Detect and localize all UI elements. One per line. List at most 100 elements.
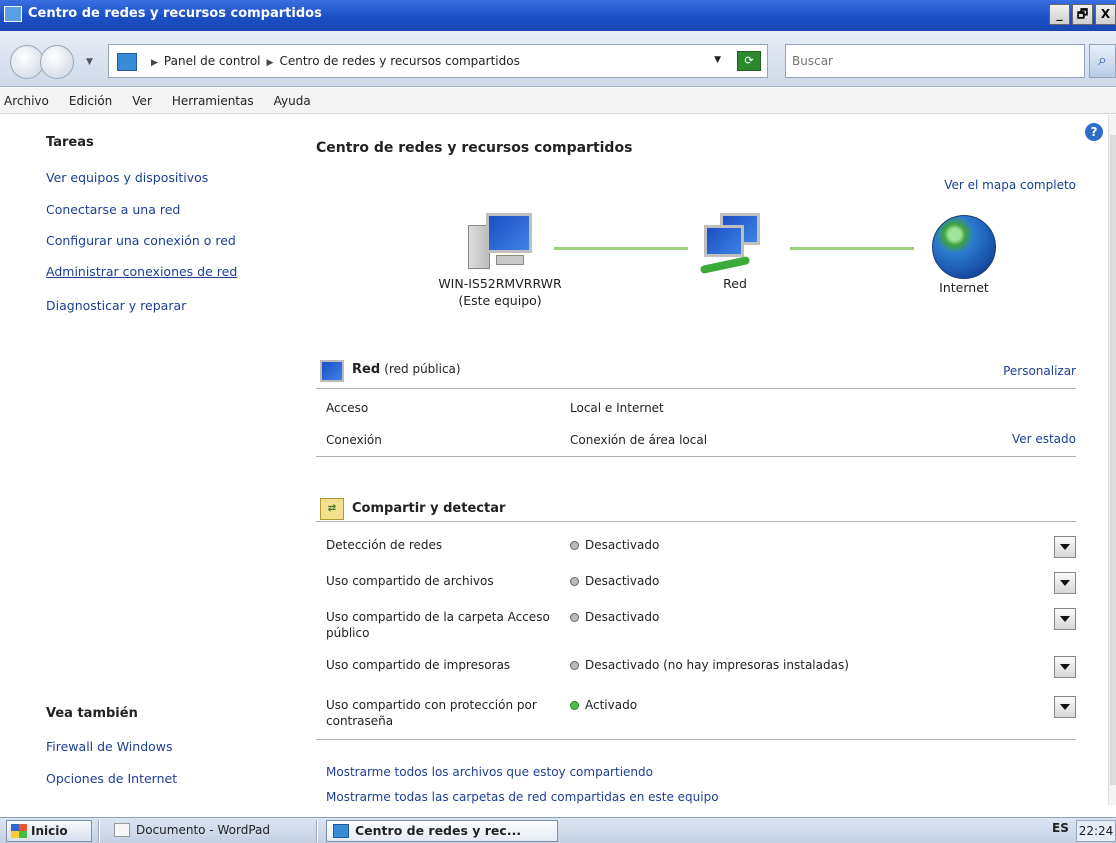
row-value: Conexión de área local xyxy=(570,433,708,447)
tasks-heading: Tareas xyxy=(46,135,94,150)
chevron-down-icon[interactable]: ▼ xyxy=(86,57,93,67)
task-link-view-devices[interactable]: Ver equipos y dispositivos xyxy=(46,170,208,185)
map-node-computer[interactable]: WIN-IS52RMVRRWR (Este equipo) xyxy=(415,213,585,309)
search-box[interactable] xyxy=(785,44,1085,78)
windows-logo-icon xyxy=(11,824,27,838)
sharing-row-public-folder: Uso compartido de la carpeta Acceso públ… xyxy=(326,608,1076,643)
network-row-access: Acceso Local e Internet xyxy=(326,400,1076,418)
row-key: Conexión xyxy=(326,433,382,447)
globe-icon xyxy=(932,215,996,279)
map-link-line xyxy=(554,247,688,250)
refresh-icon[interactable]: ⟳ xyxy=(737,51,761,71)
task-pane: Tareas Ver equipos y dispositivos Conect… xyxy=(0,115,300,805)
menu-archivo[interactable]: Archivo xyxy=(4,94,49,108)
window-controls: _ 🗗 X xyxy=(1049,4,1116,25)
sharing-row-printer-sharing: Uso compartido de impresoras Desactivado… xyxy=(326,656,1076,679)
menu-edicion[interactable]: Edición xyxy=(69,94,112,108)
breadcrumb-separator-icon: ▶ xyxy=(266,58,274,68)
map-node-internet[interactable]: Internet xyxy=(914,215,1014,296)
search-icon[interactable]: ⌕ xyxy=(1089,44,1116,78)
task-link-connect-network[interactable]: Conectarse a una red xyxy=(46,202,180,217)
see-also-heading: Vea también xyxy=(46,706,138,721)
divider xyxy=(316,739,1076,740)
expand-button[interactable] xyxy=(1054,536,1076,558)
breadcrumb[interactable]: ▶ Panel de control ▶ Centro de redes y recu… xyxy=(108,44,768,78)
sharing-title: Compartir y detectar xyxy=(352,501,506,516)
network-icon xyxy=(699,213,770,275)
row-key: Uso compartido de impresoras xyxy=(326,658,511,672)
row-key: Detección de redes xyxy=(326,538,443,552)
task-link-setup-connection[interactable]: Configurar una conexión o red xyxy=(46,233,236,248)
network-icon xyxy=(320,360,344,382)
start-label: Inicio xyxy=(31,824,68,838)
clock[interactable]: 22:24 xyxy=(1076,820,1116,842)
status-value: Desactivado xyxy=(585,610,660,624)
map-link-line xyxy=(790,247,914,250)
start-button[interactable]: Inicio xyxy=(6,820,92,842)
show-shared-folders-link[interactable]: Mostrarme todas las carpetas de red comp… xyxy=(326,790,719,804)
row-value: Local e Internet xyxy=(570,401,664,415)
maximize-button[interactable]: 🗗 xyxy=(1072,4,1093,25)
taskbar: Inicio Documento - WordPad Centro de red… xyxy=(0,817,1116,843)
address-bar: ▼ ▶ Panel de control ▶ Centro de redes y re… xyxy=(0,31,1116,87)
vertical-scrollbar[interactable] xyxy=(1108,115,1116,805)
task-link-manage-connections[interactable]: Administrar conexiones de red xyxy=(46,264,237,279)
menu-ver[interactable]: Ver xyxy=(132,94,152,108)
taskbar-separator xyxy=(98,820,100,842)
row-key: Acceso xyxy=(326,401,369,415)
task-link-diagnose[interactable]: Diagnosticar y reparar xyxy=(46,298,186,313)
language-indicator[interactable]: ES xyxy=(1052,821,1069,835)
status-off-icon xyxy=(570,661,579,670)
customize-link[interactable]: Personalizar xyxy=(1003,364,1076,378)
status-off-icon xyxy=(570,613,579,622)
nav-buttons xyxy=(10,45,74,79)
menu-bar: Archivo Edición Ver Herramientas Ayuda xyxy=(0,88,1116,114)
network-center-icon xyxy=(333,824,349,838)
expand-button[interactable] xyxy=(1054,608,1076,630)
full-map-link[interactable]: Ver el mapa completo xyxy=(944,178,1076,192)
scrollbar-thumb[interactable] xyxy=(1110,135,1116,785)
status-value: Desactivado xyxy=(585,574,660,588)
search-input[interactable] xyxy=(786,45,1084,77)
close-button[interactable]: X xyxy=(1095,4,1116,25)
menu-ayuda[interactable]: Ayuda xyxy=(274,94,311,108)
divider xyxy=(316,521,1076,522)
taskbar-item-wordpad[interactable]: Documento - WordPad xyxy=(108,820,308,842)
view-status-link[interactable]: Ver estado xyxy=(1012,432,1076,446)
network-center-icon xyxy=(4,6,22,22)
history-dropdown-icon[interactable]: ▼ xyxy=(714,55,721,65)
expand-button[interactable] xyxy=(1054,696,1076,718)
expand-button[interactable] xyxy=(1054,656,1076,678)
breadcrumb-item-control-panel[interactable]: Panel de control xyxy=(164,54,261,68)
show-shared-files-link[interactable]: Mostrarme todos los archivos que estoy c… xyxy=(326,765,653,779)
sharing-icon: ⇄ xyxy=(320,498,344,520)
control-panel-icon xyxy=(117,53,137,71)
back-button[interactable] xyxy=(10,45,44,79)
computer-sub: (Este equipo) xyxy=(458,293,542,308)
map-node-network[interactable]: Red xyxy=(685,213,785,292)
status-off-icon xyxy=(570,577,579,586)
network-section-header: Red (red pública) Personalizar xyxy=(316,360,1076,388)
taskbar-item-label: Centro de redes y rec... xyxy=(355,823,522,838)
see-also-firewall[interactable]: Firewall de Windows xyxy=(46,739,173,754)
window-title: Centro de redes y recursos compartidos xyxy=(28,6,322,21)
help-icon[interactable]: ? xyxy=(1085,123,1103,141)
divider xyxy=(316,388,1076,389)
breadcrumb-item-network-center[interactable]: Centro de redes y recursos compartidos xyxy=(279,54,519,68)
forward-button[interactable] xyxy=(40,45,74,79)
sharing-row-network-discovery: Detección de redes Desactivado xyxy=(326,536,1076,559)
breadcrumb-path: ▶ Panel de control ▶ Centro de redes y recu… xyxy=(145,54,520,68)
status-value: Desactivado xyxy=(585,538,660,552)
expand-button[interactable] xyxy=(1054,572,1076,594)
minimize-button[interactable]: _ xyxy=(1049,4,1070,25)
taskbar-separator xyxy=(316,820,318,842)
menu-herramientas[interactable]: Herramientas xyxy=(172,94,254,108)
taskbar-item-label: Documento - WordPad xyxy=(136,823,270,837)
wordpad-icon xyxy=(114,823,130,837)
title-bar: Centro de redes y recursos compartidos _… xyxy=(0,0,1116,31)
see-also-internet-options[interactable]: Opciones de Internet xyxy=(46,771,177,786)
row-key: Uso compartido de archivos xyxy=(326,574,494,588)
taskbar-item-network-center[interactable]: Centro de redes y rec... xyxy=(326,820,558,842)
status-value: Activado xyxy=(585,698,638,712)
network-name: Red xyxy=(352,362,381,377)
